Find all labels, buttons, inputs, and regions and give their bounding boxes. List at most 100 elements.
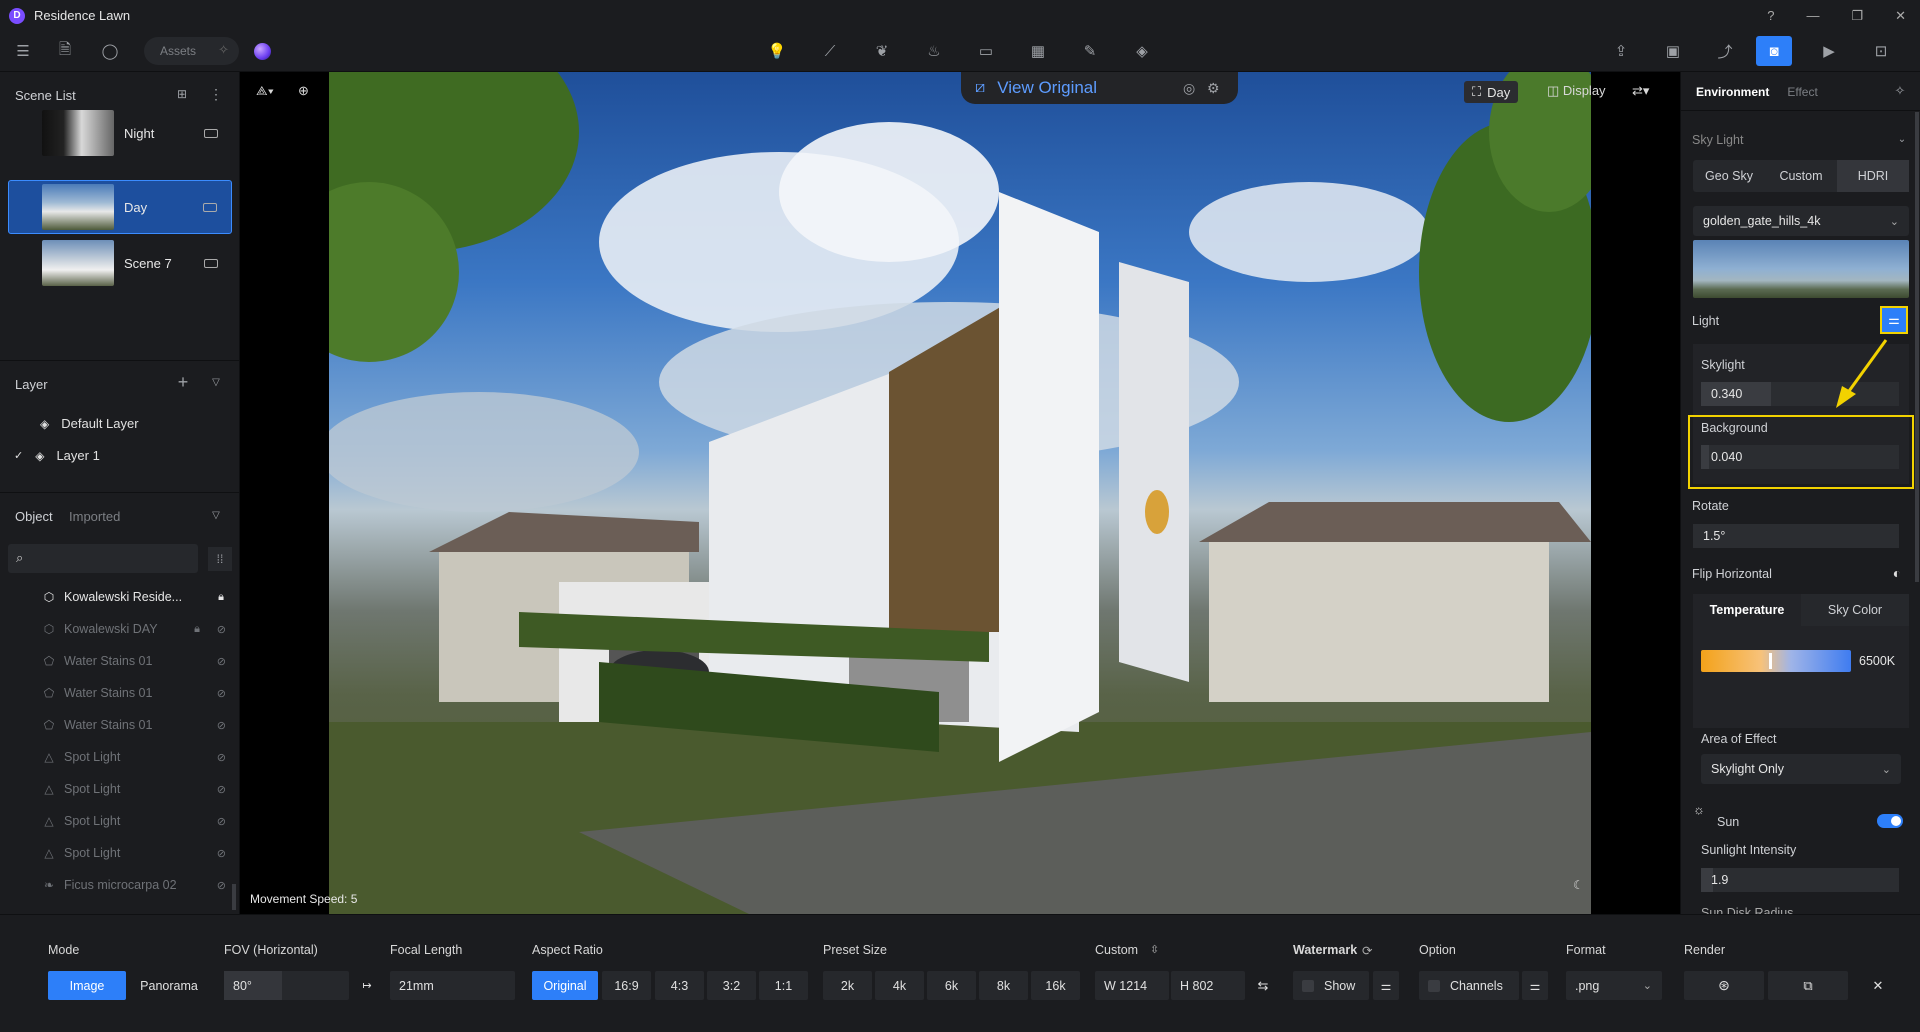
transform-gizmo-icon[interactable]: ⟁▾ [256, 83, 274, 99]
tab-effect[interactable]: Effect [1787, 85, 1817, 99]
preset-16k-button[interactable]: 16k [1031, 971, 1080, 1000]
eye-off-icon[interactable]: ⊘ [217, 815, 226, 828]
eye-off-icon[interactable]: ⊘ [217, 783, 226, 796]
fov-lock-icon[interactable]: ↦ [355, 971, 379, 1000]
mode-image-button[interactable]: Image [48, 971, 126, 1000]
sync-view-icon[interactable]: ⇄▾ [1632, 83, 1649, 99]
option-settings-icon[interactable]: ⚌ [1522, 971, 1548, 1000]
watermark-settings-icon[interactable]: ⚌ [1373, 971, 1399, 1000]
preset-6k-button[interactable]: 6k [927, 971, 976, 1000]
temperature-handle[interactable] [1769, 653, 1772, 669]
camera-render-icon[interactable]: ◙ [1756, 36, 1792, 66]
viewport[interactable]: ⟁▾ ⊕ ⧄ View Original ◎ ⚙ ⛶ Day ◫ Display… [240, 72, 1680, 914]
fire-icon[interactable]: ♨ [923, 40, 945, 62]
minimize-icon[interactable]: — [1806, 8, 1819, 23]
sky-mode-hdri[interactable]: HDRI [1837, 160, 1909, 192]
grid-view-icon[interactable]: ⁞⁞ [208, 547, 232, 571]
view-original-button[interactable]: View Original [997, 78, 1097, 98]
object-row[interactable]: ❧ Ficus microcarpa 02 ⊘ [42, 872, 232, 898]
mode-panorama-button[interactable]: Panorama [130, 971, 208, 1000]
filter-icon[interactable]: ▽ [207, 506, 225, 524]
compare-icon[interactable]: ⧄ [975, 79, 985, 97]
layer-item-layer-1[interactable]: ✓ ◈ Layer 1 [14, 448, 100, 463]
path-tool-icon[interactable]: ⟋ [819, 40, 841, 62]
close-window-icon[interactable]: ✕ [1895, 8, 1906, 24]
sky-mode-custom[interactable]: Custom [1765, 160, 1837, 192]
aspect-3-2-button[interactable]: 3:2 [707, 971, 756, 1000]
preset-4k-button[interactable]: 4k [875, 971, 924, 1000]
globe-icon[interactable]: ⊕ [298, 83, 309, 99]
display-button[interactable]: ◫ Display [1547, 83, 1606, 99]
focal-length-field[interactable]: 21mm [390, 971, 515, 1000]
gear-icon[interactable]: ⚙ [1207, 80, 1220, 97]
tab-imported[interactable]: Imported [69, 509, 120, 524]
export-image-icon[interactable]: ⤴ [1714, 40, 1736, 62]
eye-off-icon[interactable]: ⊘ [217, 879, 226, 892]
temperature-slider[interactable] [1701, 650, 1851, 672]
video-icon[interactable]: ▶ [1818, 40, 1840, 62]
render-export-button[interactable]: ⧉ [1768, 971, 1848, 1000]
preset-8k-button[interactable]: 8k [979, 971, 1028, 1000]
custom-width-field[interactable]: W 1214 [1095, 971, 1169, 1000]
help-icon[interactable]: ? [1767, 8, 1774, 23]
object-row[interactable]: △ Spot Light ⊘ [42, 808, 232, 834]
leaf-icon[interactable]: ❦ [871, 40, 893, 62]
upload-cloud-icon[interactable]: ⇪ [1610, 40, 1632, 62]
object-row[interactable]: ⬠ Water Stains 01 ⊘ [42, 648, 232, 674]
channels-checkbox[interactable]: Channels [1419, 971, 1519, 1000]
sky-mode-geo[interactable]: Geo Sky [1693, 160, 1765, 192]
rotate-field[interactable]: 1.5° [1693, 524, 1899, 548]
scene-item-scene-7[interactable]: Scene 7 [8, 236, 232, 290]
assets-search[interactable]: Assets ✧ [144, 37, 239, 65]
eye-off-icon[interactable]: ⊘ [217, 687, 226, 700]
refresh-icon[interactable]: ⟳ [1362, 943, 1372, 958]
material-icon[interactable]: ▦ [1027, 40, 1049, 62]
object-row[interactable]: △ Spot Light ⊘ [42, 840, 232, 866]
import-file-icon[interactable]: 🗎 [54, 40, 76, 62]
close-render-icon[interactable]: ✕ [1858, 971, 1898, 1000]
aspect-16-9-button[interactable]: 16:9 [602, 971, 651, 1000]
eye-off-icon[interactable]: ⊘ [217, 655, 226, 668]
camera-path-icon[interactable]: ▭ [975, 40, 997, 62]
brush-icon[interactable]: ✎ [1079, 40, 1101, 62]
vr-icon[interactable]: ▣ [1662, 40, 1684, 62]
object-row[interactable]: ⬡ Kowalewski DAY 🔒︎ ⊘ [42, 616, 232, 642]
render-settings-icon[interactable]: ◎ [1183, 80, 1195, 97]
camera-icon[interactable] [204, 128, 218, 138]
hdri-select[interactable]: golden_gate_hills_4k ⌄ [1693, 206, 1909, 236]
tab-sky-color[interactable]: Sky Color [1801, 594, 1909, 626]
custom-height-field[interactable]: H 802 [1171, 971, 1245, 1000]
add-scene-icon[interactable]: ⊞ [173, 85, 191, 103]
eye-off-icon[interactable]: ⊘ [217, 623, 226, 636]
swap-dimensions-icon[interactable]: ⇆ [1250, 971, 1276, 1000]
fov-field[interactable]: 80° [224, 971, 349, 1000]
scrollbar[interactable] [1915, 112, 1919, 582]
object-row[interactable]: ⬡ Kowalewski Reside... 🔒︎ [42, 584, 232, 610]
tab-object[interactable]: Object [15, 509, 53, 524]
checkbox[interactable] [1428, 979, 1440, 992]
restore-icon[interactable]: ❐ [1851, 8, 1863, 24]
tab-temperature[interactable]: Temperature [1693, 594, 1801, 626]
menu-icon[interactable]: ☰ [12, 40, 34, 62]
object-row[interactable]: ⬠ Water Stains 01 ⊘ [42, 680, 232, 706]
filter-icon[interactable]: ▽ [207, 373, 225, 391]
inbox-icon[interactable]: ⊡ [1870, 40, 1892, 62]
object-search-input[interactable]: ⌕ [8, 544, 198, 573]
lock-icon[interactable]: 🔒︎ [218, 591, 224, 604]
aspect-4-3-button[interactable]: 4:3 [655, 971, 704, 1000]
checkbox[interactable] [1302, 979, 1314, 992]
chat-icon[interactable]: ◯ [99, 40, 121, 62]
light-settings-button[interactable]: ⚌ [1880, 306, 1908, 334]
preset-2k-button[interactable]: 2k [823, 971, 872, 1000]
aspect-original-button[interactable]: Original [532, 971, 598, 1000]
scene-item-night[interactable]: Night [8, 106, 232, 160]
moon-icon[interactable]: ☾ [1573, 878, 1584, 892]
eye-off-icon[interactable]: ⊘ [217, 719, 226, 732]
scene-item-day[interactable]: Day [8, 180, 232, 234]
day-toggle[interactable]: ⛶ Day [1464, 81, 1519, 103]
custom-lock-icon[interactable]: ⇳ [1150, 943, 1159, 956]
layers-icon[interactable]: ◈ [1131, 40, 1153, 62]
lock-icon[interactable]: 🔒︎ [194, 623, 200, 636]
more-icon[interactable]: ⋮ [207, 85, 225, 103]
area-of-effect-select[interactable]: Skylight Only ⌄ [1701, 754, 1901, 784]
